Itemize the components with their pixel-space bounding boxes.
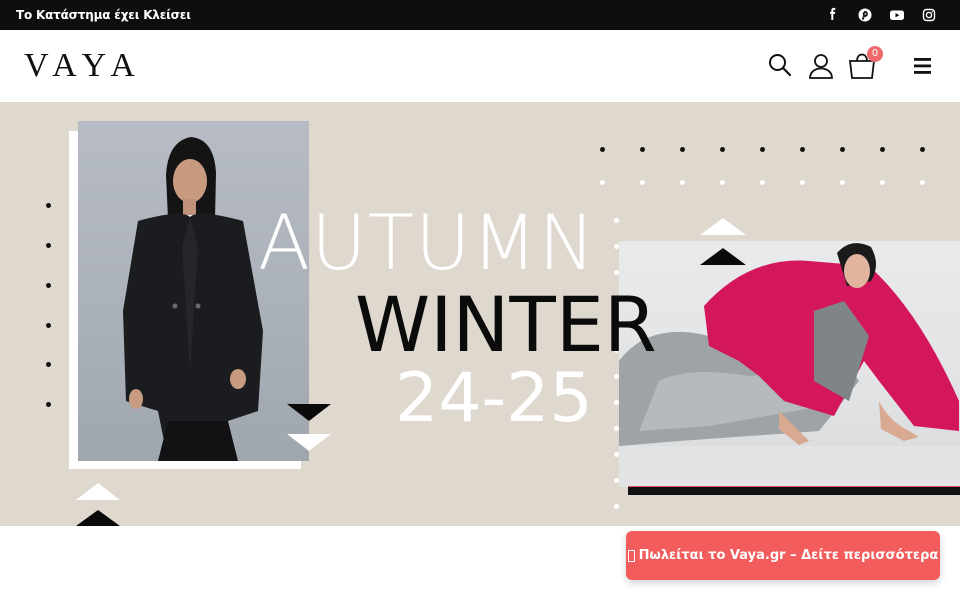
- site-for-sale-label: Πωλείται το Vaya.gr – Δείτε περισσότερα: [638, 548, 939, 563]
- hero-title-season-year: 24-25: [395, 359, 593, 438]
- triangle-up-black-bottom: [76, 510, 120, 526]
- triangle-up-black: [700, 248, 746, 265]
- hero-title-winter: WINTER: [355, 280, 657, 369]
- triangle-down-white: [287, 434, 331, 451]
- menu-icon[interactable]: [912, 57, 934, 80]
- top-bar: Το Κατάστημα έχει Κλείσει: [0, 0, 960, 30]
- site-header: VAYA: [0, 30, 960, 102]
- site-for-sale-button[interactable]: Πωλείται το Vaya.gr – Δείτε περισσότερα: [626, 531, 940, 580]
- facebook-icon[interactable]: [825, 7, 841, 23]
- cart-count-badge: 0: [867, 46, 883, 62]
- hero-title-autumn: AUTUMN: [258, 198, 597, 287]
- instagram-icon[interactable]: [921, 7, 937, 23]
- triangle-down-black: [287, 404, 331, 421]
- triangle-up-white: [700, 218, 746, 235]
- pinterest-icon[interactable]: [857, 7, 873, 23]
- missing-glyph-icon: [627, 549, 635, 562]
- photo-shadow-bar: [628, 487, 960, 495]
- triangle-up-white-bottom: [76, 483, 120, 500]
- model-photo-black-suit: [78, 121, 309, 461]
- model-photo-pink-jacket: [619, 241, 960, 487]
- store-closed-notice: Το Κατάστημα έχει Κλείσει: [16, 8, 191, 22]
- search-icon[interactable]: [767, 52, 793, 83]
- user-icon[interactable]: [807, 52, 835, 85]
- site-logo[interactable]: VAYA: [24, 47, 143, 85]
- youtube-icon[interactable]: [889, 7, 905, 23]
